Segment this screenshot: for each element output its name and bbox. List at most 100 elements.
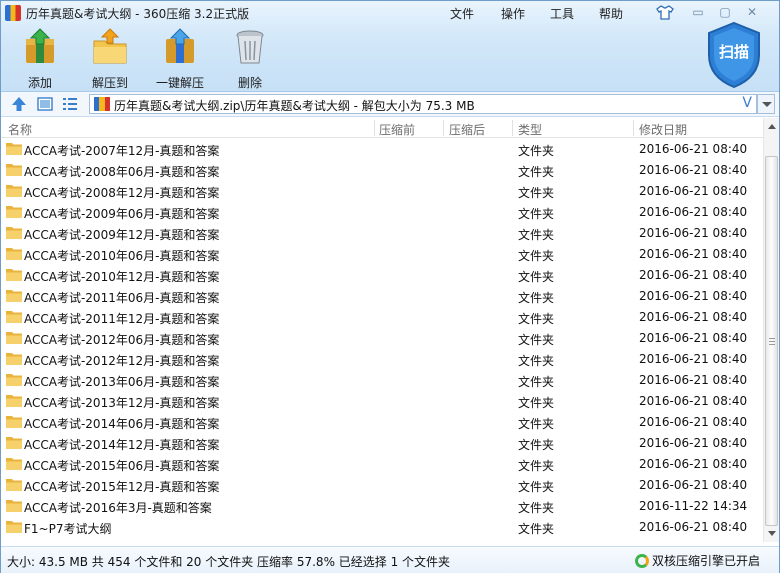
- table-row[interactable]: ACCA考试-2013年06月-真题和答案 文件夹 2016-06-21 08:40: [1, 370, 763, 391]
- header-divider[interactable]: [443, 120, 444, 136]
- table-row[interactable]: ACCA考试-2013年12月-真题和答案 文件夹 2016-06-21 08:40: [1, 391, 763, 412]
- file-date: 2016-06-21 08:40: [639, 478, 748, 492]
- table-row[interactable]: F1~P7考试大纲 文件夹 2016-06-21 08:40: [1, 517, 763, 538]
- table-row[interactable]: ACCA考试-2009年12月-真题和答案 文件夹 2016-06-21 08:40: [1, 223, 763, 244]
- menu-tools[interactable]: 工具: [550, 5, 574, 22]
- menu-operate[interactable]: 操作: [501, 5, 525, 22]
- list-view-icon[interactable]: [62, 96, 78, 112]
- table-row[interactable]: ACCA考试-2014年06月-真题和答案 文件夹 2016-06-21 08:40: [1, 412, 763, 433]
- address-bar: 历年真题&考试大纲.zip\历年真题&考试大纲 - 解包大小为 75.3 MB …: [1, 92, 779, 117]
- folder-icon: [6, 227, 22, 239]
- extract-to-button[interactable]: 解压到: [75, 27, 145, 91]
- folder-icon: [6, 353, 22, 365]
- header-modified[interactable]: 修改日期: [639, 121, 687, 138]
- file-type: 文件夹: [518, 375, 555, 389]
- file-name: ACCA考试-2010年06月-真题和答案: [24, 249, 220, 263]
- vertical-scrollbar[interactable]: [763, 118, 779, 542]
- file-type: 文件夹: [518, 396, 555, 410]
- header-divider[interactable]: [512, 120, 513, 136]
- folder-icon: [6, 395, 22, 407]
- folder-icon: [6, 479, 22, 491]
- file-type: 文件夹: [518, 417, 555, 431]
- file-name: ACCA考试-2010年12月-真题和答案: [24, 270, 220, 284]
- scroll-up-arrow[interactable]: [768, 124, 776, 129]
- folder-icon: [6, 374, 22, 386]
- one-click-extract-button[interactable]: 一键解压: [145, 27, 215, 91]
- path-history-mark[interactable]: V: [742, 95, 752, 111]
- file-date: 2016-06-21 08:40: [639, 247, 748, 261]
- file-type: 文件夹: [518, 186, 555, 200]
- table-row[interactable]: ACCA考试-2011年06月-真题和答案 文件夹 2016-06-21 08:40: [1, 286, 763, 307]
- engine-status[interactable]: 双核压缩引擎已开启: [635, 552, 760, 569]
- scan-button[interactable]: 扫描: [705, 21, 763, 89]
- file-date: 2016-11-22 14:34: [639, 499, 748, 513]
- folder-icon: [6, 290, 22, 302]
- file-name: F1~P7考试大纲: [24, 522, 112, 536]
- file-type: 文件夹: [518, 291, 555, 305]
- status-bar: 大小: 43.5 MB 共 454 个文件和 20 个文件夹 压缩率 57.8%…: [1, 546, 779, 573]
- file-type: 文件夹: [518, 144, 555, 158]
- table-row[interactable]: ACCA考试-2008年06月-真题和答案 文件夹 2016-06-21 08:40: [1, 160, 763, 181]
- close-button[interactable]: ✕: [742, 5, 762, 21]
- column-header: 名称 压缩前 压缩后 类型 修改日期: [1, 118, 763, 138]
- file-date: 2016-06-21 08:40: [639, 142, 748, 156]
- header-name[interactable]: 名称: [8, 121, 32, 138]
- file-type: 文件夹: [518, 165, 555, 179]
- window-title: 历年真题&考试大纲 - 360压缩 3.2正式版: [26, 7, 250, 21]
- table-row[interactable]: ACCA考试-2007年12月-真题和答案 文件夹 2016-06-21 08:40: [1, 139, 763, 160]
- status-summary: 大小: 43.5 MB 共 454 个文件和 20 个文件夹 压缩率 57.8%…: [7, 555, 451, 569]
- file-type: 文件夹: [518, 228, 555, 242]
- delete-button[interactable]: 删除: [215, 27, 285, 91]
- header-divider[interactable]: [633, 120, 634, 136]
- table-row[interactable]: ACCA考试-2008年12月-真题和答案 文件夹 2016-06-21 08:40: [1, 181, 763, 202]
- table-row[interactable]: ACCA考试-2015年12月-真题和答案 文件夹 2016-06-21 08:40: [1, 475, 763, 496]
- scroll-grip: [769, 344, 775, 345]
- file-name: ACCA考试-2013年06月-真题和答案: [24, 375, 220, 389]
- file-type: 文件夹: [518, 522, 555, 536]
- header-before[interactable]: 压缩前: [379, 121, 415, 138]
- table-row[interactable]: ACCA考试-2010年06月-真题和答案 文件夹 2016-06-21 08:40: [1, 244, 763, 265]
- file-date: 2016-06-21 08:40: [639, 268, 748, 282]
- one-click-extract-label: 一键解压: [155, 76, 204, 90]
- scroll-down-arrow[interactable]: [768, 531, 776, 536]
- file-name: ACCA考试-2014年06月-真题和答案: [24, 417, 220, 431]
- folder-icon: [6, 185, 22, 197]
- maximize-button[interactable]: ▢: [715, 5, 735, 21]
- path-dropdown-button[interactable]: [757, 94, 775, 114]
- up-arrow-icon[interactable]: [11, 96, 27, 112]
- table-row[interactable]: ACCA考试-2012年12月-真题和答案 文件夹 2016-06-21 08:40: [1, 349, 763, 370]
- table-row[interactable]: ACCA考试-2012年06月-真题和答案 文件夹 2016-06-21 08:40: [1, 328, 763, 349]
- folder-icon: [6, 164, 22, 176]
- minimize-button[interactable]: ▭: [688, 5, 708, 21]
- table-row[interactable]: ACCA考试-2014年12月-真题和答案 文件夹 2016-06-21 08:40: [1, 433, 763, 454]
- archive-icon: [94, 97, 110, 111]
- path-text: 历年真题&考试大纲.zip\历年真题&考试大纲 - 解包大小为 75.3 MB: [114, 99, 475, 113]
- menu-file[interactable]: 文件: [450, 5, 474, 22]
- file-type: 文件夹: [518, 438, 555, 452]
- file-name: ACCA考试-2007年12月-真题和答案: [24, 144, 220, 158]
- header-type[interactable]: 类型: [518, 121, 542, 138]
- file-name: ACCA考试-2012年06月-真题和答案: [24, 333, 220, 347]
- header-divider[interactable]: [374, 120, 375, 136]
- table-row[interactable]: ACCA考试-2010年12月-真题和答案 文件夹 2016-06-21 08:40: [1, 265, 763, 286]
- folder-icon: [6, 332, 22, 344]
- add-archive-icon: [26, 28, 54, 63]
- file-date: 2016-06-21 08:40: [639, 289, 748, 303]
- shirt-icon[interactable]: [656, 4, 674, 20]
- file-type: 文件夹: [518, 333, 555, 347]
- path-field[interactable]: 历年真题&考试大纲.zip\历年真题&考试大纲 - 解包大小为 75.3 MB …: [89, 94, 757, 114]
- folder-icon: [6, 437, 22, 449]
- table-row[interactable]: ACCA考试-2015年06月-真题和答案 文件夹 2016-06-21 08:40: [1, 454, 763, 475]
- table-row[interactable]: ACCA考试-2009年06月-真题和答案 文件夹 2016-06-21 08:40: [1, 202, 763, 223]
- menu-help[interactable]: 帮助: [599, 5, 623, 22]
- scroll-thumb[interactable]: [765, 156, 778, 526]
- trash-icon: [236, 30, 264, 64]
- app-window: 历年真题&考试大纲 - 360压缩 3.2正式版 文件 操作 工具 帮助 ▭ ▢…: [0, 0, 780, 573]
- title-bar[interactable]: 历年真题&考试大纲 - 360压缩 3.2正式版 文件 操作 工具 帮助 ▭ ▢…: [1, 1, 779, 25]
- add-button[interactable]: 添加: [5, 27, 75, 91]
- table-row[interactable]: ACCA考试-2011年12月-真题和答案 文件夹 2016-06-21 08:40: [1, 307, 763, 328]
- file-name: ACCA考试-2013年12月-真题和答案: [24, 396, 220, 410]
- thumbnail-view-icon[interactable]: [37, 96, 53, 112]
- table-row[interactable]: ACCA考试-2016年3月-真题和答案 文件夹 2016-11-22 14:34: [1, 496, 763, 517]
- header-after[interactable]: 压缩后: [449, 121, 485, 138]
